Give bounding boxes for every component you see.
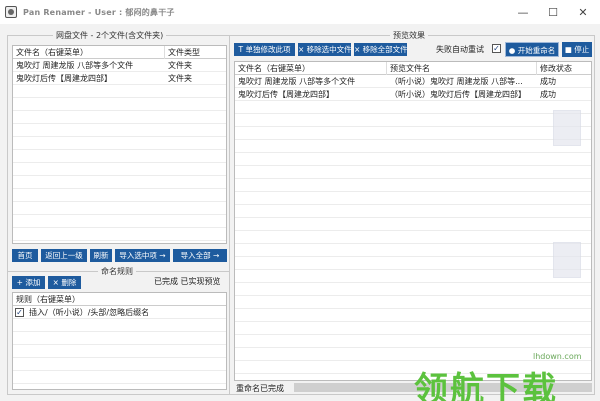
close-button[interactable]: ✕: [568, 0, 598, 24]
column-rule[interactable]: 规则（右键菜单）: [13, 293, 226, 306]
app-icon: [5, 6, 17, 18]
desktop-ghost-icon: [553, 110, 581, 146]
preview-group: 预览效果 T 单独修改此项 × 移除选中文件 × 移除全部文件 失败自动重试 ✓…: [229, 30, 595, 395]
netdisk-group: 网盘文件 - 2个文件(含文件夹) 文件名（右键菜单） 文件类型 鬼吹灯 周建龙…: [7, 30, 232, 273]
main-content: 网盘文件 - 2个文件(含文件夹) 文件名（右键菜单） 文件类型 鬼吹灯 周建龙…: [0, 24, 600, 401]
refresh-button[interactable]: 刷新: [90, 249, 112, 262]
delete-rule-button[interactable]: × 删除: [48, 276, 81, 289]
file-name-cell: 鬼吹灯 周建龙版 八部等多个文件: [16, 61, 134, 70]
auto-retry-label: 失败自动重试: [436, 45, 484, 54]
rules-list-header: 规则（右键菜单）: [13, 293, 226, 306]
window-title: Pan Renamer - User : 郁闷的鼻干子: [23, 7, 175, 17]
remove-all-button[interactable]: × 移除全部文件: [354, 43, 407, 56]
table-row[interactable]: 鬼吹灯后传【周建龙四部】 文件夹: [13, 72, 226, 85]
file-name-cell: 鬼吹灯后传【周建龙四部】: [238, 90, 334, 99]
file-name-cell: 鬼吹灯后传【周建龙四部】: [16, 74, 112, 83]
rules-group: 命名规则 + 添加 × 删除 已完成 已实现预览 规则（右键菜单） ✓ 插入/（…: [7, 266, 232, 395]
preview-list-header: 文件名（右键菜单） 预览文件名 修改状态: [235, 62, 591, 75]
home-button[interactable]: 首页: [12, 249, 38, 262]
start-rename-button[interactable]: ● 开始重命名: [505, 42, 559, 57]
column-filename[interactable]: 文件名（右键菜单）: [235, 62, 387, 75]
maximize-button[interactable]: ☐: [538, 0, 568, 24]
netdisk-list-header: 文件名（右键菜单） 文件类型: [13, 46, 226, 59]
watermark-logo: 领航下载: [414, 370, 558, 401]
preview-legend: 预览效果: [390, 30, 428, 41]
column-filetype[interactable]: 文件类型: [165, 46, 226, 59]
column-preview-name[interactable]: 预览文件名: [387, 62, 537, 75]
table-row[interactable]: 鬼吹灯 周建龙版 八部等多个文件 文件夹: [13, 59, 226, 72]
rename-status-text: 重命名已完成: [236, 384, 284, 393]
file-name-cell: 鬼吹灯 周建龙版 八部等多个文件: [238, 77, 356, 86]
column-filename[interactable]: 文件名（右键菜单）: [13, 46, 165, 59]
minimize-button[interactable]: —: [508, 0, 538, 24]
go-up-button[interactable]: 返回上一级: [41, 249, 87, 262]
preview-file-list[interactable]: 文件名（右键菜单） 预览文件名 修改状态 鬼吹灯 周建龙版 八部等多个文件 （听…: [234, 61, 592, 381]
add-rule-button[interactable]: + 添加: [12, 276, 45, 289]
preview-name-cell: （听小说）鬼吹灯 周建龙版 八部等...: [390, 77, 523, 86]
file-type-cell: 文件夹: [168, 61, 192, 70]
netdisk-rows: 鬼吹灯 周建龙版 八部等多个文件 文件夹 鬼吹灯后传【周建龙四部】 文件夹: [13, 59, 226, 243]
title-bar: Pan Renamer - User : 郁闷的鼻干子 — ☐ ✕: [0, 0, 600, 24]
column-status[interactable]: 修改状态: [537, 62, 591, 75]
netdisk-file-list[interactable]: 文件名（右键菜单） 文件类型 鬼吹灯 周建龙版 八部等多个文件 文件夹 鬼吹灯后…: [12, 45, 227, 244]
table-row[interactable]: 鬼吹灯后传【周建龙四部】 （听小说）鬼吹灯后传【周建龙四部】 成功: [235, 88, 591, 101]
rules-list[interactable]: 规则（右键菜单） ✓ 插入/（听小说）/头部/忽略后缀名: [12, 292, 227, 390]
table-row[interactable]: 鬼吹灯 周建龙版 八部等多个文件 （听小说）鬼吹灯 周建龙版 八部等... 成功: [235, 75, 591, 88]
remove-selected-button[interactable]: × 移除选中文件: [298, 43, 351, 56]
status-cell: 成功: [540, 90, 556, 99]
import-selected-button[interactable]: 导入选中项 →: [115, 249, 170, 262]
rule-enabled-checkbox[interactable]: ✓: [15, 308, 24, 317]
preview-name-cell: （听小说）鬼吹灯后传【周建龙四部】: [390, 90, 526, 99]
rules-rows: ✓ 插入/（听小说）/头部/忽略后缀名: [13, 306, 226, 389]
preview-rows: 鬼吹灯 周建龙版 八部等多个文件 （听小说）鬼吹灯 周建龙版 八部等... 成功…: [235, 75, 591, 380]
edit-single-button[interactable]: T 单独修改此项: [234, 43, 295, 56]
list-item[interactable]: ✓ 插入/（听小说）/头部/忽略后缀名: [13, 306, 226, 319]
rules-legend: 命名规则: [98, 266, 136, 277]
stop-button[interactable]: ■ 停止: [562, 42, 592, 57]
file-type-cell: 文件夹: [168, 74, 192, 83]
netdisk-legend: 网盘文件 - 2个文件(含文件夹): [53, 30, 167, 41]
watermark-url: lhdown.com: [533, 352, 582, 361]
import-all-button[interactable]: 导入全部 →: [173, 249, 227, 262]
auto-retry-checkbox[interactable]: ✓: [492, 44, 501, 53]
rule-text: 插入/（听小说）/头部/忽略后缀名: [29, 308, 150, 317]
desktop-ghost-icon: [553, 242, 581, 278]
rules-status-text: 已完成 已实现预览: [154, 277, 221, 286]
status-cell: 成功: [540, 77, 556, 86]
